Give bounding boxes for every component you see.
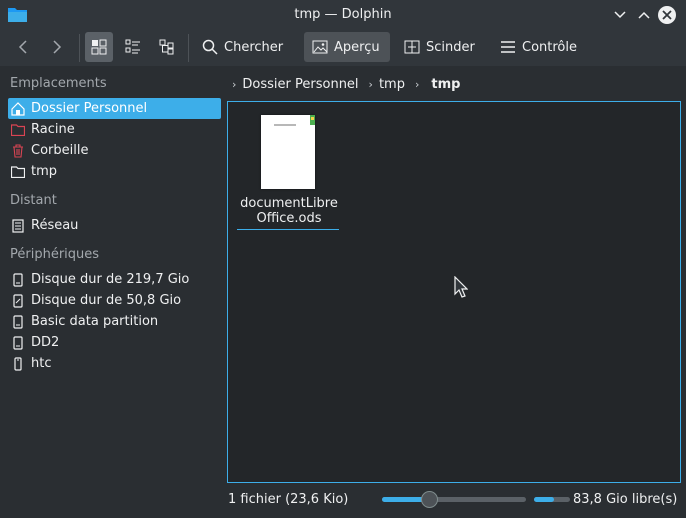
preview-button-label: Aperçu — [334, 39, 380, 55]
tree-view-icon — [159, 39, 174, 55]
file-item[interactable]: documentLibreOffice.ods — [237, 113, 341, 231]
place-label: tmp — [31, 164, 58, 179]
split-button[interactable]: Scinder — [398, 32, 481, 62]
toolbar-separator — [79, 34, 80, 62]
list-view-icon — [125, 39, 140, 54]
chevron-down-icon — [614, 11, 626, 19]
file-view[interactable]: documentLibreOffice.ods — [227, 101, 681, 483]
breadcrumb-tmp[interactable]: tmp — [379, 77, 405, 92]
minimize-button[interactable] — [610, 5, 630, 25]
grid-view-icon — [91, 39, 107, 55]
status-summary: 1 fichier (23,6 Kio) — [228, 492, 349, 507]
device-basic-partition[interactable]: Basic data partition — [8, 311, 221, 332]
zoom-slider-handle[interactable] — [421, 491, 438, 508]
main-toolbar: Chercher Aperçu Scinder Contrôle — [0, 30, 686, 66]
control-menu-label: Contrôle — [522, 39, 577, 55]
chevron-right-icon: › — [232, 77, 237, 91]
forward-button[interactable] — [43, 32, 71, 62]
places-panel: Emplacements Dossier Personnel Racine Co… — [0, 66, 226, 488]
free-space-label: 83,8 Gio libre(s) — [573, 492, 678, 507]
place-label: Racine — [31, 122, 75, 137]
device-label: htc — [31, 356, 52, 371]
arrow-right-icon — [53, 40, 62, 54]
toolbar-separator — [188, 34, 189, 62]
status-bar: 1 fichier (23,6 Kio) 83,8 Gio libre(s) — [0, 488, 686, 518]
device-label: Disque dur de 50,8 Gio — [31, 293, 182, 308]
free-space-fill — [534, 497, 554, 502]
device-htc[interactable]: htc — [8, 353, 221, 374]
place-tmp[interactable]: tmp — [8, 161, 221, 182]
title-bar: tmp — Dolphin — [0, 0, 686, 30]
device-disk-50[interactable]: Disque dur de 50,8 Gio — [8, 290, 221, 311]
place-label: Corbeille — [31, 143, 89, 158]
search-button-label: Chercher — [224, 39, 284, 55]
file-name: documentLibreOffice.ods — [240, 196, 338, 226]
device-label: Disque dur de 219,7 Gio — [31, 272, 190, 287]
chevron-up-icon — [638, 11, 650, 19]
root-folder-icon — [11, 123, 25, 137]
details-view-button[interactable] — [153, 32, 181, 62]
device-disk-219[interactable]: Disque dur de 219,7 Gio — [8, 269, 221, 290]
place-network[interactable]: Réseau — [8, 215, 221, 236]
hamburger-menu-icon — [501, 41, 515, 53]
devices-section-title: Périphériques — [10, 247, 100, 262]
breadcrumb-home[interactable]: Dossier Personnel — [242, 77, 358, 92]
remote-section-title: Distant — [10, 193, 57, 208]
preview-button[interactable]: Aperçu — [304, 32, 390, 62]
place-label: Dossier Personnel — [31, 101, 148, 116]
hard-drive-icon — [11, 272, 25, 287]
place-trash[interactable]: Corbeille — [8, 140, 221, 161]
back-button[interactable] — [9, 32, 37, 62]
home-icon — [11, 101, 25, 116]
places-section-title: Emplacements — [10, 76, 107, 91]
split-view-icon — [404, 40, 420, 54]
arrow-left-icon — [18, 40, 27, 54]
selection-underline — [237, 229, 339, 230]
chevron-right-icon: › — [368, 77, 373, 91]
hard-drive-icon — [11, 293, 25, 308]
mouse-pointer-icon — [454, 275, 469, 302]
device-label: Basic data partition — [31, 314, 159, 329]
icons-view-button[interactable] — [85, 32, 113, 62]
place-home[interactable]: Dossier Personnel — [8, 98, 221, 119]
zoom-slider[interactable] — [382, 491, 526, 508]
image-preview-icon — [312, 40, 328, 54]
search-icon — [202, 39, 218, 55]
place-root[interactable]: Racine — [8, 119, 221, 140]
place-label: Réseau — [31, 218, 79, 233]
breadcrumb: › Dossier Personnel › tmp › tmp — [228, 72, 460, 96]
network-icon — [11, 218, 25, 233]
chevron-right-icon: › — [414, 77, 420, 91]
breadcrumb-current[interactable]: tmp — [431, 77, 460, 92]
phone-icon — [11, 356, 25, 371]
close-button[interactable] — [657, 5, 677, 25]
folder-icon — [11, 165, 25, 179]
control-menu-button[interactable]: Contrôle — [494, 32, 583, 62]
hard-drive-icon — [11, 335, 25, 350]
compact-view-button[interactable] — [119, 32, 147, 62]
search-button[interactable]: Chercher — [196, 32, 289, 62]
trash-icon — [11, 143, 25, 158]
device-label: DD2 — [31, 335, 60, 350]
close-icon — [658, 6, 676, 24]
free-space-bar — [534, 497, 570, 502]
hard-drive-icon — [11, 314, 25, 329]
device-dd2[interactable]: DD2 — [8, 332, 221, 353]
split-button-label: Scinder — [426, 39, 475, 55]
window-title: tmp — Dolphin — [294, 7, 392, 22]
spreadsheet-thumbnail — [261, 115, 315, 189]
maximize-button[interactable] — [634, 5, 654, 25]
